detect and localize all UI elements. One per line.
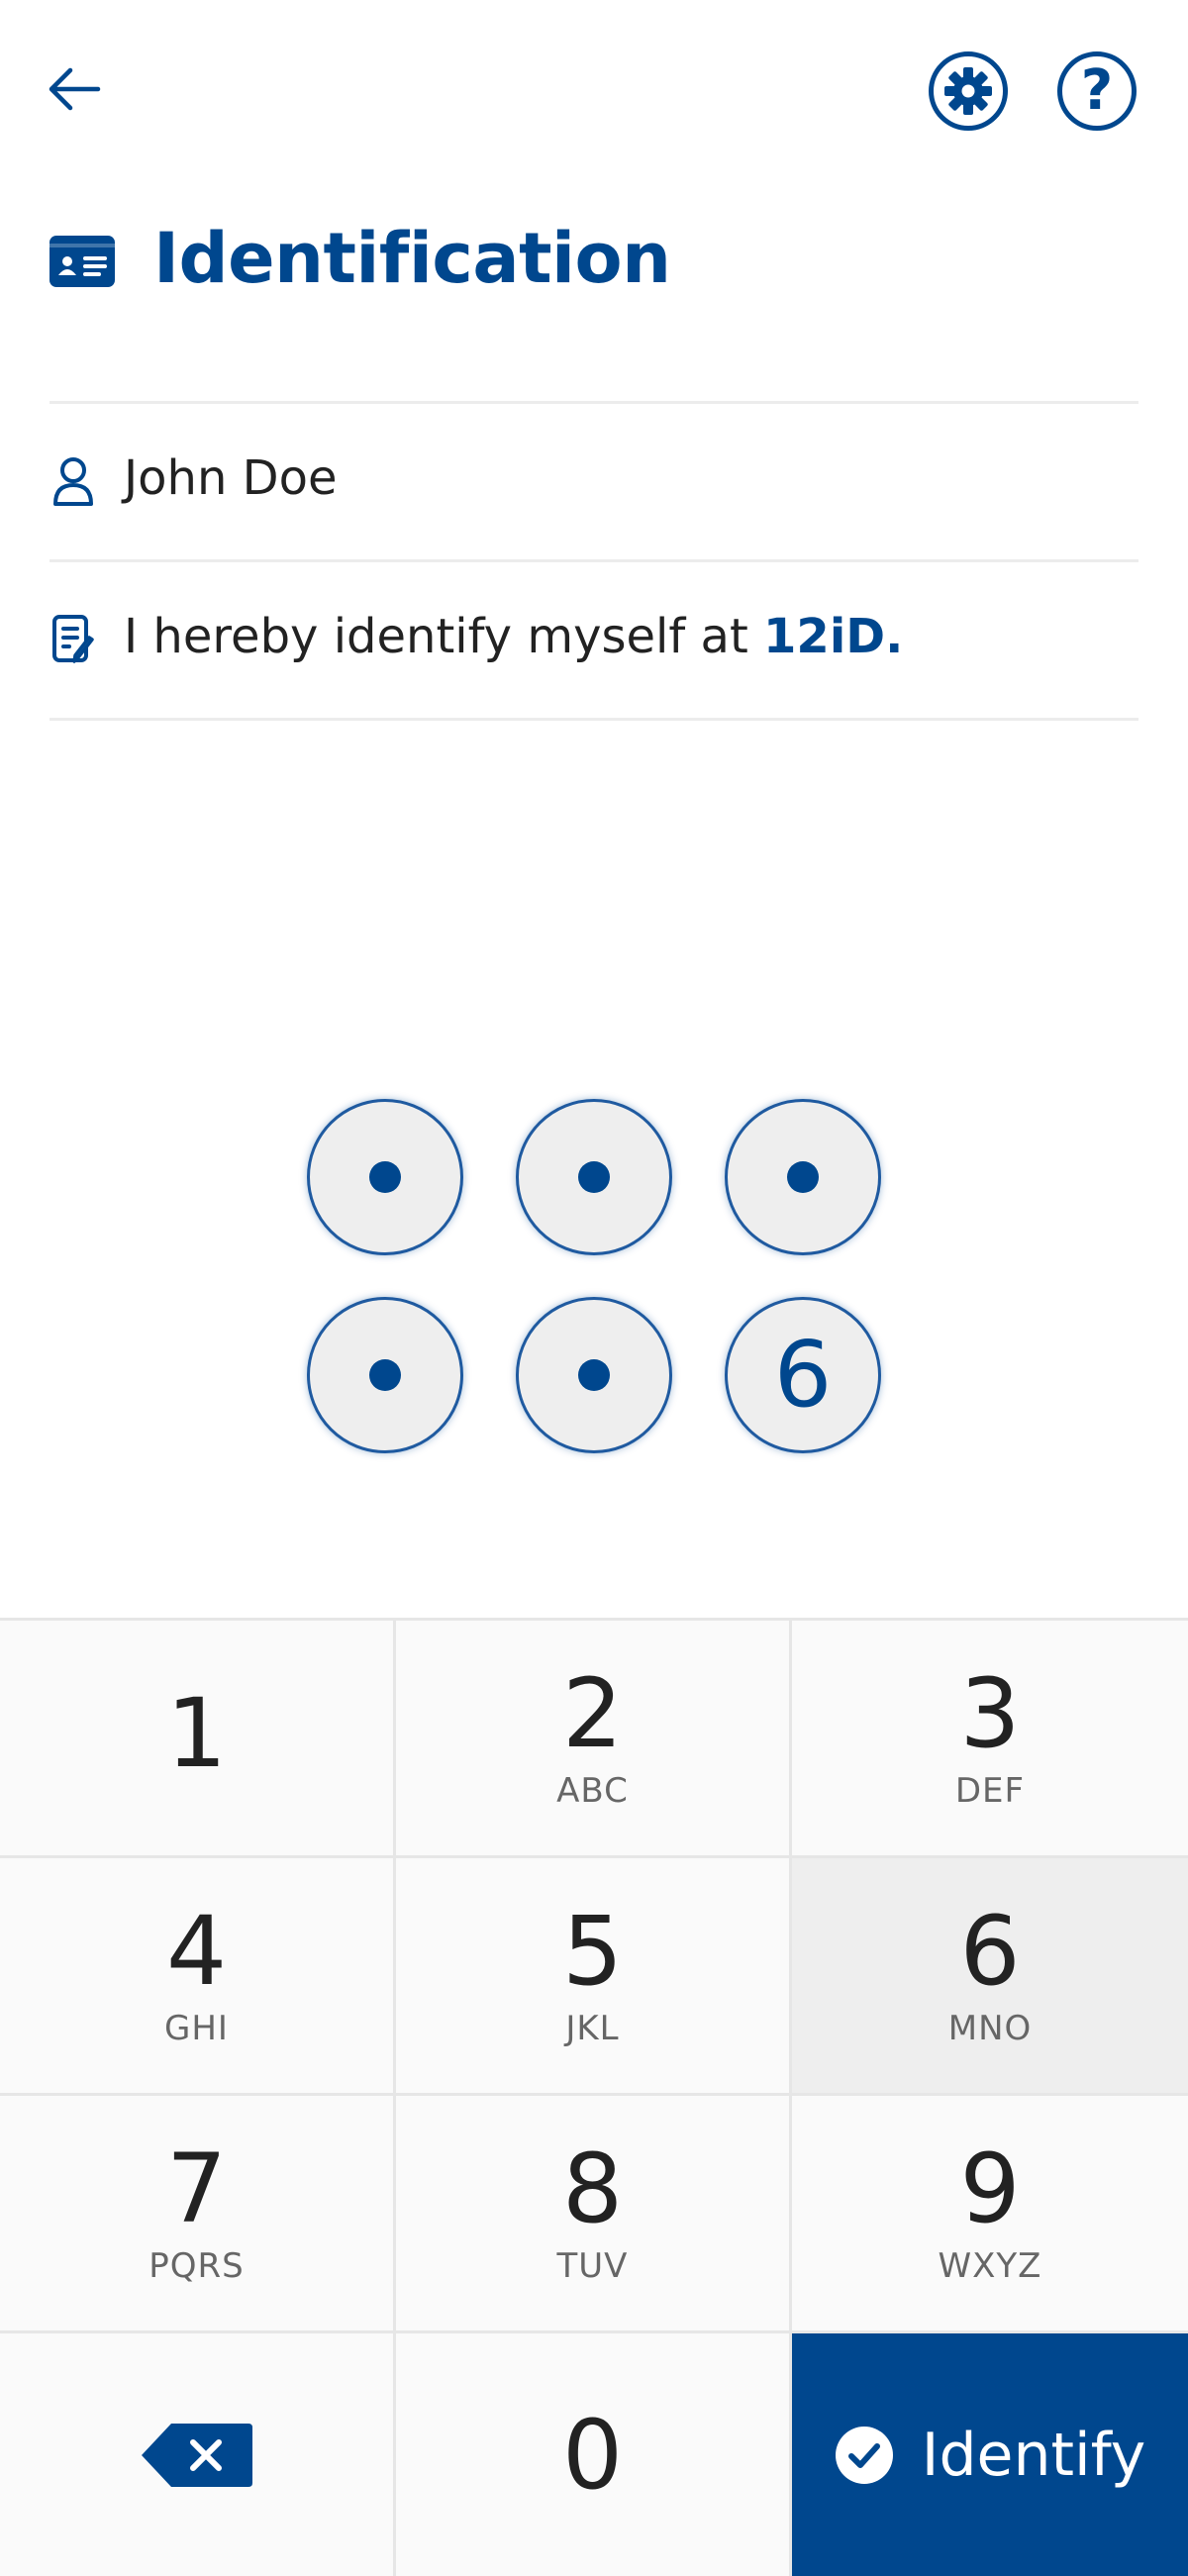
divider xyxy=(50,559,1138,562)
key-number: 1 xyxy=(165,1677,228,1789)
statement-text: I hereby identify myself at xyxy=(124,609,764,664)
key-number: 8 xyxy=(561,2132,624,2244)
gear-icon xyxy=(944,67,992,115)
identify-button[interactable]: Identify xyxy=(792,2333,1188,2576)
pin-mask-dot xyxy=(369,1161,401,1193)
key-letters: DEF xyxy=(954,1770,1026,1811)
key-8[interactable]: 8 TUV xyxy=(396,2096,792,2333)
key-letters: GHI xyxy=(164,2008,229,2048)
person-icon xyxy=(51,455,95,511)
key-4[interactable]: 4 GHI xyxy=(0,1858,396,2096)
key-number: 3 xyxy=(959,1657,1021,1769)
key-6[interactable]: 6 MNO xyxy=(792,1858,1188,2096)
key-1[interactable]: 1 xyxy=(0,1621,396,1858)
numeric-keypad: 1 2 ABC 3 DEF 4 GHI 5 JKL 6 MNO 7 PQRS 8… xyxy=(0,1618,1188,2576)
check-circle-icon xyxy=(835,2426,893,2484)
page-title: Identification xyxy=(153,218,671,299)
divider xyxy=(50,718,1138,721)
pin-digit-1 xyxy=(307,1099,463,1255)
identification-statement: I hereby identify myself at 12iD. xyxy=(124,609,903,664)
key-letters: WXYZ xyxy=(938,2245,1042,2286)
pin-digit-5 xyxy=(516,1297,672,1453)
pin-digit-4 xyxy=(307,1297,463,1453)
key-letters: ABC xyxy=(556,1770,629,1811)
help-button[interactable]: ? xyxy=(1057,51,1137,131)
key-7[interactable]: 7 PQRS xyxy=(0,2096,396,2333)
pin-mask-dot xyxy=(578,1359,610,1391)
pin-mask-dot xyxy=(578,1161,610,1193)
backspace-button[interactable] xyxy=(0,2333,396,2576)
key-letters: MNO xyxy=(947,2008,1033,2048)
pin-digit-3 xyxy=(725,1099,881,1255)
key-letters: JKL xyxy=(565,2008,620,2048)
key-9[interactable]: 9 WXYZ xyxy=(792,2096,1188,2333)
key-number: 6 xyxy=(959,1895,1021,2007)
settings-button[interactable] xyxy=(929,51,1008,131)
pin-digit-2 xyxy=(516,1099,672,1255)
key-letters: TUV xyxy=(556,2245,629,2286)
key-number: 0 xyxy=(561,2399,624,2511)
question-mark-icon: ? xyxy=(1080,58,1114,123)
key-number: 4 xyxy=(165,1895,228,2007)
key-number: 2 xyxy=(561,1657,624,1769)
pin-mask-dot xyxy=(369,1359,401,1391)
arrow-left-icon xyxy=(49,67,101,111)
back-button[interactable] xyxy=(40,54,109,124)
key-letters: PQRS xyxy=(148,2245,245,2286)
key-0[interactable]: 0 xyxy=(396,2333,792,2576)
backspace-icon xyxy=(141,2423,252,2487)
key-3[interactable]: 3 DEF xyxy=(792,1621,1188,1858)
key-number: 7 xyxy=(165,2132,228,2244)
document-pen-icon xyxy=(51,614,97,669)
key-2[interactable]: 2 ABC xyxy=(396,1621,792,1858)
user-name: John Doe xyxy=(124,450,338,506)
key-number: 5 xyxy=(561,1895,624,2007)
key-number: 9 xyxy=(959,2132,1021,2244)
identify-button-label: Identify xyxy=(921,2420,1146,2490)
brand-name: 12iD. xyxy=(763,609,904,664)
key-5[interactable]: 5 JKL xyxy=(396,1858,792,2096)
pin-visible-digit: 6 xyxy=(773,1322,833,1428)
pin-digit-6: 6 xyxy=(725,1297,881,1453)
pin-mask-dot xyxy=(787,1161,819,1193)
divider xyxy=(50,401,1138,404)
id-card-icon xyxy=(50,236,115,291)
